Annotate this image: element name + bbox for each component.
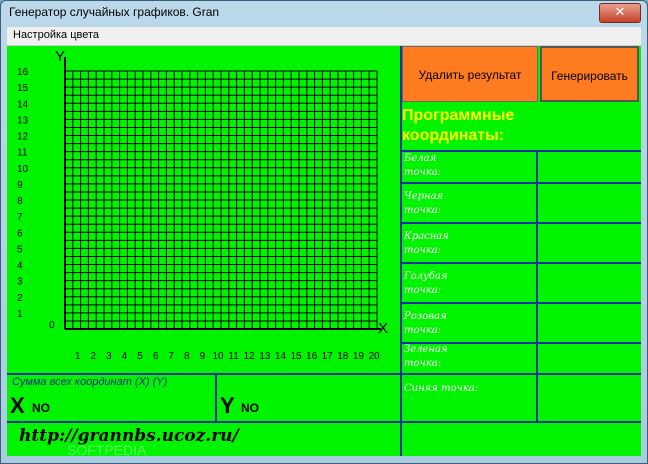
y-tick-label: 7 [17, 212, 23, 223]
x-tick-label: 11 [228, 351, 239, 362]
close-button[interactable]: ✕ [599, 3, 641, 23]
x-tick-label: 7 [168, 351, 174, 362]
origin-label: 0 [49, 320, 55, 331]
x-tick-label: 4 [122, 351, 128, 362]
x-tick-label: 10 [212, 351, 224, 362]
y-tick-label: 3 [17, 277, 23, 288]
x-tick-label: 6 [153, 351, 159, 362]
main-panel: Y X 0 1 2 3 4 5 6 7 8 9 10 11 12 13 14 15 16 1 2 3 4 5 6 7 8 9 10 11 1… [7, 46, 641, 458]
y-tick-label: 14 [17, 99, 29, 110]
dark-blue-point-label: Синяя точка: [404, 383, 479, 394]
y-tick-label: 8 [17, 196, 23, 207]
heading-line-1: Программные [402, 107, 515, 124]
x-axis-label: X [378, 320, 388, 337]
x-tick-label: 15 [290, 351, 302, 362]
x-tick-label: 14 [275, 351, 287, 362]
x-tick-label: 2 [90, 351, 96, 362]
generate-button[interactable]: Генерировать [540, 46, 639, 102]
red-point-label: Красная точка: [404, 231, 449, 256]
y-tick-label: 6 [17, 228, 23, 239]
pink-point-label: Розовая точка: [404, 311, 447, 336]
graph-area: YX0123456789101112131415161 2 3 4 5 6 7 8 9 10 11 1… [17, 48, 388, 362]
y-axis-label: Y [55, 48, 65, 65]
y-tick-label: 10 [17, 164, 29, 175]
y-tick-label: 16 [17, 67, 29, 78]
black-point-label: Черная точка: [404, 191, 444, 216]
y-tick-label: 11 [17, 148, 28, 159]
y-tick-label: 15 [17, 83, 29, 94]
title-bar: Генератор случайных графиков. Gran ✕ [1, 1, 647, 25]
x-sum-letter: X [10, 393, 25, 418]
y-tick-label: 12 [17, 132, 29, 143]
green-point-label: Зеленая точка: [404, 344, 448, 369]
delete-result-button[interactable]: Удалить результат [402, 46, 538, 102]
y-tick-label: 13 [17, 115, 29, 126]
x-tick-label: 8 [184, 351, 190, 362]
x-tick-label: 19 [353, 351, 365, 362]
y-tick-label: 5 [17, 244, 23, 255]
x-tick-label: 9 [200, 351, 206, 362]
menu-item-color-settings[interactable]: Настройка цвета [13, 29, 99, 41]
window-title: Генератор случайных графиков. Gran [9, 5, 220, 19]
white-point-label: Белая точка: [404, 153, 442, 178]
x-tick-label: 1 [75, 351, 81, 362]
y-sum-value: NO [241, 401, 259, 415]
x-tick-label: 20 [368, 351, 380, 362]
x-tick-label: 16 [306, 351, 318, 362]
x-tick-label: 3 [106, 351, 112, 362]
heading-line-2: координаты: [402, 127, 505, 144]
y-tick-label: 4 [17, 261, 23, 272]
y-sum-letter: Y [220, 393, 235, 418]
x-tick-label: 12 [244, 351, 256, 362]
y-tick-label: 1 [17, 309, 23, 320]
x-tick-label: 18 [337, 351, 349, 362]
y-tick-label: 9 [17, 180, 23, 191]
coords-sum-label: Сумма всех координат (X) (Y) [12, 376, 168, 388]
x-tick-label: 5 [137, 351, 143, 362]
x-tick-label: 13 [259, 351, 271, 362]
x-sum-value: NO [32, 401, 50, 415]
blue-point-label: Голубая точка: [404, 271, 448, 296]
y-tick-label: 2 [17, 293, 23, 304]
x-tick-label: 17 [322, 351, 334, 362]
menu-bar: Настройка цвета [7, 27, 641, 46]
app-window: Генератор случайных графиков. Gran ✕ Нас… [0, 0, 648, 464]
softpedia-watermark: SOFTPEDIA [67, 442, 147, 458]
program-coords-heading: Программные координаты: [402, 106, 514, 146]
